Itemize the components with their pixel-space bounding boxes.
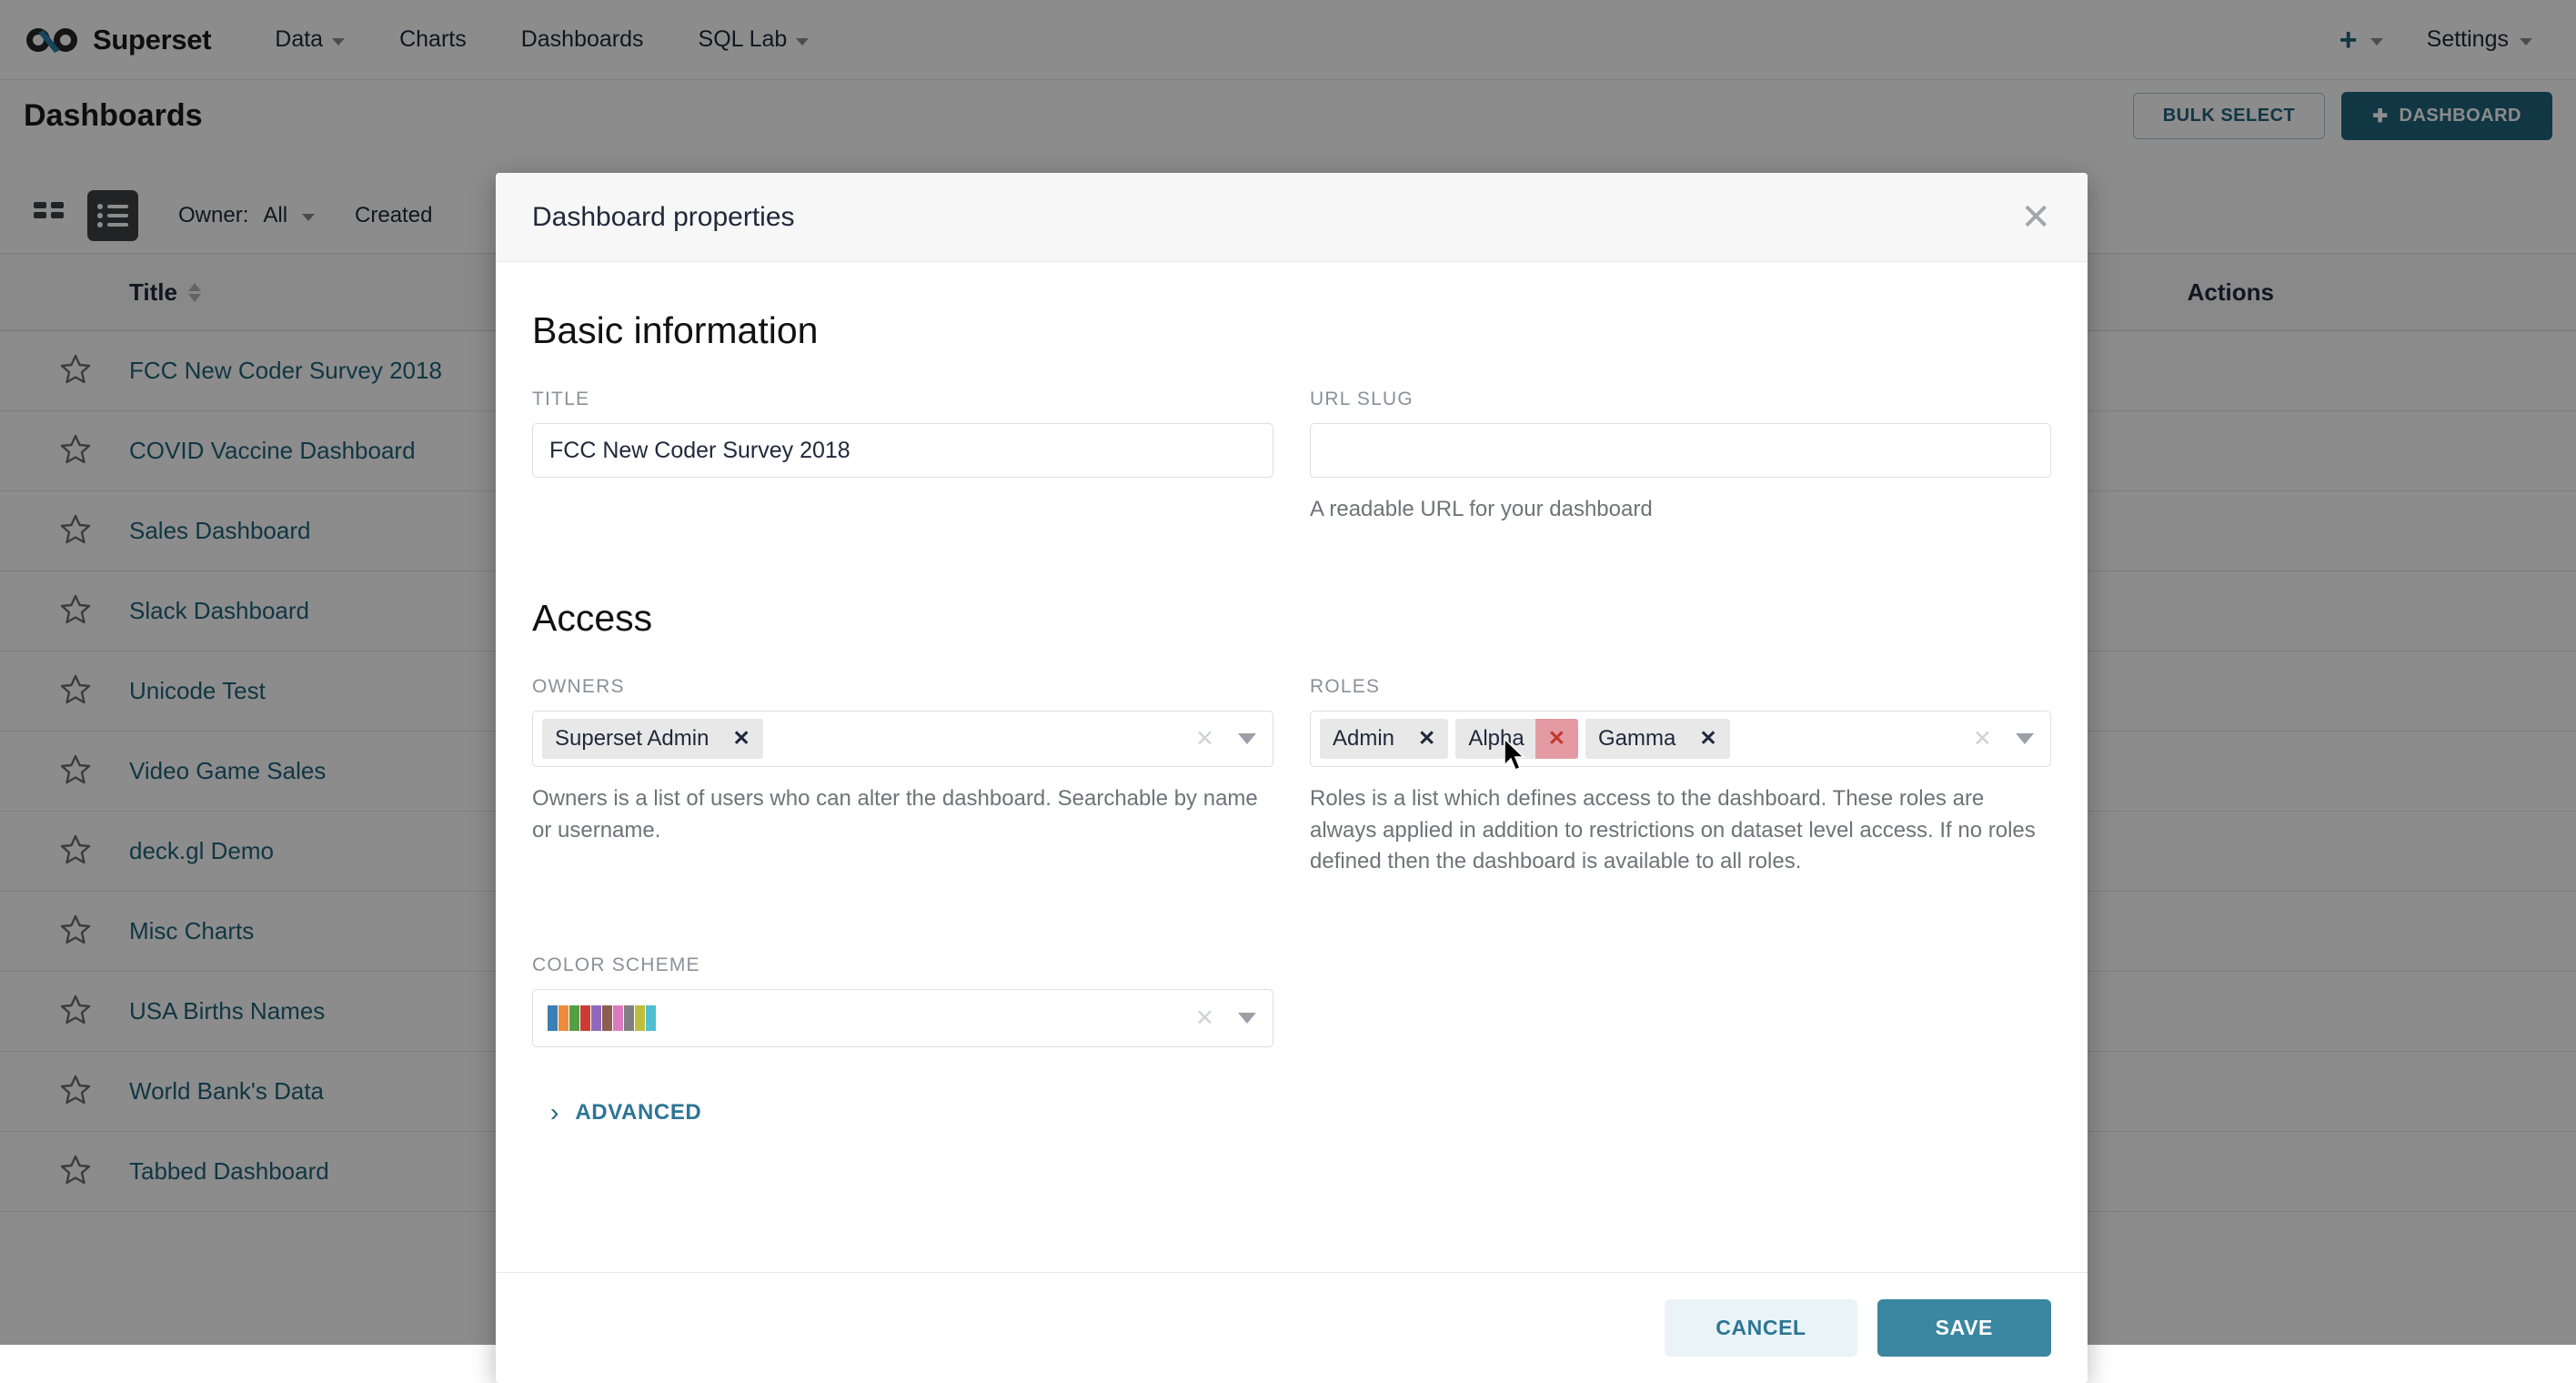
tag-remove-icon[interactable]: ✕ [1686,719,1729,759]
save-button[interactable]: SAVE [1877,1299,2051,1357]
color-swatch [635,1005,645,1031]
title-field-group: TITLE [532,389,1273,526]
color-scheme-field-group: COLOR SCHEME ✕ [532,954,1273,1047]
dashboard-properties-modal: Dashboard properties ✕ Basic information… [496,173,2088,1383]
color-swatch [580,1005,590,1031]
chevron-down-icon[interactable] [2016,733,2034,744]
color-swatch [548,1005,558,1031]
access-heading: Access [532,597,2051,640]
roles-tag-list: Admin✕Alpha✕Gamma✕ [1320,719,1730,759]
clear-icon[interactable]: ✕ [1195,725,1214,752]
tag-item: Alpha✕ [1455,719,1578,759]
color-swatch [646,1005,656,1031]
roles-field-group: ROLES Admin✕Alpha✕Gamma✕ ✕ Roles is a li… [1310,676,2051,878]
color-scheme-select-tools: ✕ [1195,1004,1262,1032]
url-slug-input[interactable] [1310,423,2051,478]
access-grid: OWNERS Superset Admin✕ ✕ Owners is a lis… [532,676,2051,878]
clear-icon[interactable]: ✕ [1195,1004,1214,1032]
basic-information-grid: TITLE URL SLUG A readable URL for your d… [532,389,2051,526]
color-swatch [602,1005,612,1031]
modal-footer: CANCEL SAVE [496,1272,2088,1383]
tag-item: Admin✕ [1320,719,1448,759]
chevron-down-icon[interactable] [1238,733,1256,744]
color-swatch [591,1005,601,1031]
title-input[interactable] [532,423,1273,478]
tag-item: Gamma✕ [1585,719,1730,759]
roles-select[interactable]: Admin✕Alpha✕Gamma✕ ✕ [1310,711,2051,767]
color-swatch [624,1005,634,1031]
modal-header: Dashboard properties ✕ [496,173,2088,262]
modal-title: Dashboard properties [532,202,795,233]
url-slug-helper-text: A readable URL for your dashboard [1310,494,2038,526]
owners-select[interactable]: Superset Admin✕ ✕ [532,711,1273,767]
owners-field-group: OWNERS Superset Admin✕ ✕ Owners is a lis… [532,676,1273,878]
tag-label: Alpha [1455,726,1535,752]
chevron-down-icon[interactable] [1238,1013,1256,1024]
basic-information-heading: Basic information [532,309,2051,352]
cancel-button[interactable]: CANCEL [1665,1299,1857,1357]
color-scheme-spacer [1310,954,2051,1047]
advanced-label: ADVANCED [575,1100,701,1126]
owners-field-label: OWNERS [532,676,1273,698]
color-scheme-field-label: COLOR SCHEME [532,954,1273,976]
advanced-section-toggle[interactable]: › ADVANCED [532,1100,2051,1126]
url-slug-field-group: URL SLUG A readable URL for your dashboa… [1310,389,2051,526]
owners-tag-list: Superset Admin✕ [542,719,763,759]
tag-label: Superset Admin [542,726,719,752]
color-scheme-grid: COLOR SCHEME ✕ [532,954,2051,1047]
color-swatch [569,1005,579,1031]
tag-remove-icon[interactable]: ✕ [1405,719,1448,759]
color-palette-preview [542,1005,656,1031]
roles-helper-text: Roles is a list which defines access to … [1310,783,2051,878]
owners-select-tools: ✕ [1195,725,1262,752]
tag-remove-icon[interactable]: ✕ [1535,719,1578,759]
tag-remove-icon[interactable]: ✕ [719,719,762,759]
color-swatch [613,1005,623,1031]
roles-field-label: ROLES [1310,676,2051,698]
color-scheme-select[interactable]: ✕ [532,989,1273,1047]
color-swatch [558,1005,569,1031]
url-slug-field-label: URL SLUG [1310,389,2051,410]
tag-label: Admin [1320,726,1405,752]
title-field-label: TITLE [532,389,1273,410]
close-icon[interactable]: ✕ [2020,199,2051,236]
tag-label: Gamma [1585,726,1686,752]
owners-helper-text: Owners is a list of users who can alter … [532,783,1260,847]
modal-body: Basic information TITLE URL SLUG A reada… [496,262,2088,1272]
clear-icon[interactable]: ✕ [1973,725,1992,752]
chevron-right-icon: › [550,1100,558,1126]
tag-item: Superset Admin✕ [542,719,763,759]
roles-select-tools: ✕ [1973,725,2039,752]
